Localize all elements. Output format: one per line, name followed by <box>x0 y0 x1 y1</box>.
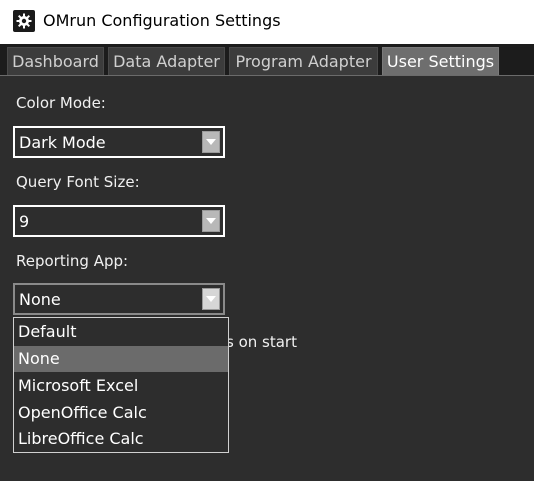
user-settings-panel: Color Mode: Dark Mode Query Font Size: 9… <box>0 76 534 481</box>
window-title: OMrun Configuration Settings <box>43 11 281 30</box>
gear-icon <box>13 10 35 32</box>
color-mode-label: Color Mode: <box>16 94 106 112</box>
chevron-down-icon[interactable] <box>202 210 220 232</box>
dropdown-option-openoffice-calc[interactable]: OpenOffice Calc <box>14 400 228 426</box>
color-mode-select[interactable]: Dark Mode <box>13 126 225 158</box>
chevron-down-icon[interactable] <box>202 288 220 310</box>
tab-dashboard[interactable]: Dashboard <box>7 47 104 75</box>
query-font-size-value: 9 <box>19 212 30 231</box>
window-titlebar: OMrun Configuration Settings <box>0 0 534 44</box>
reporting-app-value: None <box>19 290 61 309</box>
dropdown-option-microsoft-excel[interactable]: Microsoft Excel <box>14 373 228 399</box>
query-font-size-label: Query Font Size: <box>16 173 140 191</box>
dropdown-option-none[interactable]: None <box>14 346 228 372</box>
reporting-app-dropdown-list: Default None Microsoft Excel OpenOffice … <box>13 317 229 453</box>
tab-data-adapter[interactable]: Data Adapter <box>108 47 225 75</box>
tab-strip: Dashboard Data Adapter Program Adapter U… <box>0 44 534 76</box>
query-font-size-select[interactable]: 9 <box>13 205 225 237</box>
tab-program-adapter[interactable]: Program Adapter <box>229 47 378 75</box>
chevron-down-icon[interactable] <box>202 131 220 153</box>
color-mode-value: Dark Mode <box>19 133 106 152</box>
reporting-app-select[interactable]: None <box>13 283 225 315</box>
partially-hidden-option-label: s on start <box>226 333 297 351</box>
dropdown-option-libreoffice-calc[interactable]: LibreOffice Calc <box>14 426 228 452</box>
dropdown-option-default[interactable]: Default <box>14 319 228 345</box>
reporting-app-label: Reporting App: <box>16 252 129 270</box>
tab-user-settings[interactable]: User Settings <box>382 47 499 75</box>
